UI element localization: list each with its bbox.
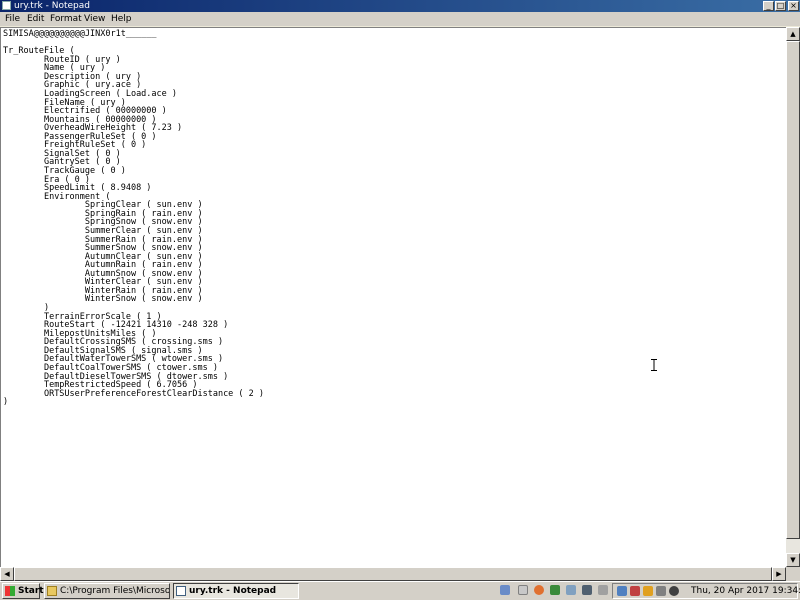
scroll-left-icon[interactable]: ◀ [0, 567, 14, 581]
document-text[interactable]: SIMISA@@@@@@@@@@JINX0r1t______ Tr_RouteF… [3, 30, 264, 407]
app-icon[interactable] [566, 585, 576, 595]
folder-icon [47, 586, 57, 596]
scroll-down-icon[interactable]: ▼ [786, 553, 800, 567]
menu-edit[interactable]: Edit [27, 12, 44, 26]
start-button[interactable]: Start [2, 583, 44, 599]
volume-icon[interactable] [656, 586, 666, 596]
tray-icon[interactable] [630, 586, 640, 596]
scroll-right-icon[interactable]: ▶ [772, 567, 786, 581]
network-icon[interactable] [617, 586, 627, 596]
windows-logo-icon [5, 586, 15, 596]
start-label: Start [18, 586, 44, 596]
maximize-button[interactable]: □ [775, 1, 786, 11]
firefox-icon[interactable] [534, 585, 544, 595]
notepad-icon [2, 1, 11, 10]
menu-bar: File Edit Format View Help [0, 12, 800, 26]
window-title: ury.trk - Notepad [14, 1, 90, 11]
horizontal-scrollbar[interactable]: ◀ ▶ [0, 567, 786, 581]
vertical-scrollbar[interactable]: ▲ ▼ [786, 27, 800, 567]
app-icon[interactable] [500, 585, 510, 595]
horizontal-scroll-thumb[interactable] [14, 567, 772, 581]
app-icon[interactable] [582, 585, 592, 595]
ibeam-cursor-icon [651, 359, 657, 371]
menu-view[interactable]: View [84, 12, 105, 26]
text-editor[interactable]: SIMISA@@@@@@@@@@JINX0r1t______ Tr_RouteF… [0, 27, 786, 567]
title-bar[interactable]: ury.trk - Notepad _ □ × [0, 0, 800, 12]
resize-grip[interactable] [786, 567, 800, 581]
taskbar-item-explorer[interactable]: C:\Program Files\Microsof... [44, 583, 170, 599]
menu-format[interactable]: Format [50, 12, 82, 26]
clock[interactable]: Thu, 20 Apr 2017 19:34:54 [691, 584, 800, 598]
notepad-icon [176, 586, 186, 596]
tray-icon[interactable] [643, 586, 653, 596]
taskbar: Start C:\Program Files\Microsof... ury.t… [0, 581, 800, 600]
vertical-scroll-thumb[interactable] [786, 41, 800, 539]
taskbar-item-notepad[interactable]: ury.trk - Notepad [173, 583, 299, 599]
taskbar-item-label: C:\Program Files\Microsof... [60, 586, 170, 596]
scroll-up-icon[interactable]: ▲ [786, 27, 800, 41]
tray-icon[interactable] [669, 586, 679, 596]
system-tray: Thu, 20 Apr 2017 19:34:54 [612, 583, 800, 599]
close-button[interactable]: × [788, 1, 799, 11]
minimize-button[interactable]: _ [763, 1, 774, 11]
menu-file[interactable]: File [5, 12, 20, 26]
document-icon[interactable] [518, 585, 528, 595]
app-icon[interactable] [598, 585, 608, 595]
app-icon[interactable] [550, 585, 560, 595]
menu-help[interactable]: Help [111, 12, 132, 26]
taskbar-item-label: ury.trk - Notepad [189, 586, 277, 596]
